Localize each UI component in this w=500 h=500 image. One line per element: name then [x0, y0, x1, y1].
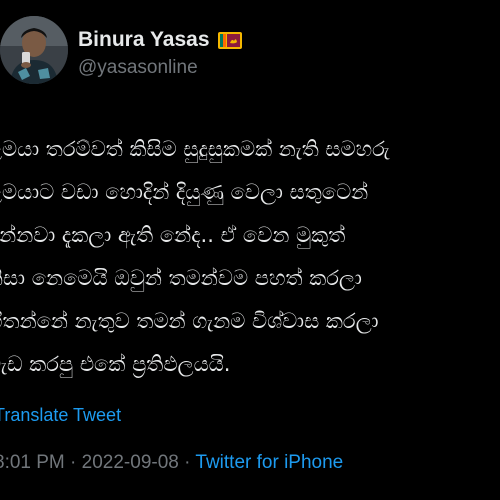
tweet-metadata: 8:01 PM · 2022-09-08 · Twitter for iPhon…	[0, 452, 343, 474]
sri-lanka-flag-icon	[217, 31, 242, 49]
tweet-line: නිසා නෙමෙයි ඔවුන් තමන්වම පහත් කරලා	[0, 266, 362, 290]
author-display-name[interactable]: Binura Yasas	[78, 28, 210, 52]
author-handle[interactable]: @yasasonline	[78, 57, 198, 79]
tweet-line: හිතන්නේ නැතුව තමන් ගැනම විශ්වාස කරලා	[0, 309, 379, 333]
tweet-line: වැඩ කරපු එකේ ප්‍රතිඵලයයි.	[0, 352, 231, 376]
tweet-line: ඉන්නවා දැකලා ඇති නේද.. ඒ වෙන මුකුත්	[0, 223, 346, 247]
meta-separator: ·	[70, 452, 77, 473]
tweet-text: ළමයා තරම්වත් කිසිම සුදුසුකමක් නැති සමහරු…	[0, 128, 500, 386]
avatar[interactable]	[0, 16, 68, 84]
tweet-line: ළමයා තරම්වත් කිසිම සුදුසුකමක් නැති සමහරු	[0, 137, 390, 161]
translate-tweet-link[interactable]: Translate Tweet	[0, 405, 121, 426]
author-name-row[interactable]: Binura Yasas	[78, 28, 242, 52]
profile-photo-icon	[0, 16, 68, 84]
meta-separator: ·	[184, 452, 191, 473]
tweet-line: ළමයාට වඩා හොදින් දියුණු වෙලා සතුටෙන්	[0, 180, 369, 204]
tweet-time[interactable]: 8:01 PM	[0, 452, 65, 473]
tweet-screen: Binura Yasas @yasasonline ළමයා තරම්වත් ක…	[0, 0, 500, 500]
tweet-source-link[interactable]: Twitter for iPhone	[195, 452, 343, 473]
tweet-date[interactable]: 2022-09-08	[82, 452, 179, 473]
